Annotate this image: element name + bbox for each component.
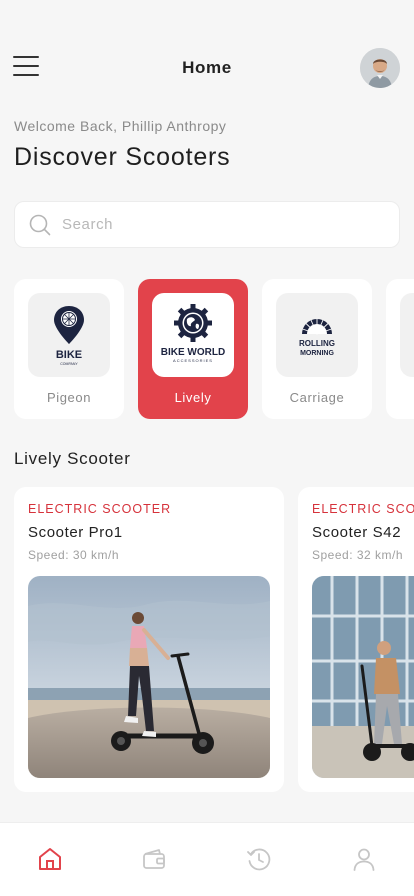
search-bar[interactable] bbox=[14, 201, 400, 248]
brand-logo-text: BIKE bbox=[56, 349, 82, 361]
product-speed: Speed: 30 km/h bbox=[28, 548, 120, 562]
brand-label: Lively bbox=[174, 390, 212, 405]
bottom-tab-bar bbox=[0, 822, 414, 896]
product-name: Scooter Pro1 bbox=[28, 524, 123, 541]
man-on-scooter-photo bbox=[312, 576, 414, 778]
brand-logo: BIKE WORLD ACCESSORIES bbox=[152, 293, 234, 377]
user-photo-icon bbox=[360, 48, 400, 88]
map-pin-wheel-icon: BIKE COMPANY bbox=[54, 306, 84, 366]
section-title: Lively Scooter bbox=[14, 449, 131, 468]
product-category: ELECTRIC SCOOTER bbox=[312, 502, 414, 516]
product-category: ELECTRIC SCOOTER bbox=[28, 502, 172, 516]
brand-logo-subtext: ACCESSORIES bbox=[173, 358, 213, 363]
brand-card-lively[interactable]: BIKE WORLD ACCESSORIES Lively bbox=[138, 279, 248, 419]
product-card[interactable]: ELECTRIC SCOOTER Scooter Pro1 Speed: 30 … bbox=[14, 487, 284, 792]
brand-logo: BIKE COMPANY bbox=[28, 293, 110, 377]
brand-card-carriage[interactable]: ROLLING MORNING Carriage bbox=[262, 279, 372, 419]
welcome-text: Welcome Back, Phillip Anthropy bbox=[14, 118, 227, 134]
gear-globe-icon: BIKE WORLD ACCESSORIES bbox=[161, 304, 225, 363]
brand-logo bbox=[400, 293, 414, 377]
brand-carousel[interactable]: BIKE COMPANY Pigeon BIKE WORLD ACCESSORI… bbox=[14, 279, 414, 419]
product-name: Scooter S42 bbox=[312, 524, 402, 541]
brand-logo-text: ROLLING bbox=[299, 339, 335, 348]
home-icon[interactable] bbox=[36, 845, 64, 873]
brand-logo-subtext: COMPANY bbox=[60, 362, 78, 366]
brand-logo-subtext: MORNING bbox=[300, 350, 334, 357]
product-card[interactable]: ELECTRIC SCOOTER Scooter S42 Speed: 32 k… bbox=[298, 487, 414, 792]
product-carousel[interactable]: ELECTRIC SCOOTER Scooter Pro1 Speed: 30 … bbox=[14, 487, 414, 792]
search-icon bbox=[29, 214, 51, 236]
avatar[interactable] bbox=[360, 48, 400, 88]
history-icon[interactable] bbox=[245, 845, 273, 873]
brand-logo: ROLLING MORNING bbox=[276, 293, 358, 377]
brand-label: Carriage bbox=[289, 390, 345, 405]
page-heading: Discover Scooters bbox=[14, 143, 231, 171]
wallet-icon[interactable] bbox=[140, 845, 168, 873]
brand-card-partial[interactable] bbox=[386, 279, 414, 419]
top-bar: Home bbox=[0, 46, 414, 90]
product-image bbox=[28, 576, 270, 778]
page-title: Home bbox=[182, 58, 232, 77]
product-image bbox=[312, 576, 414, 778]
profile-icon[interactable] bbox=[350, 845, 378, 873]
brand-card-pigeon[interactable]: BIKE COMPANY Pigeon bbox=[14, 279, 124, 419]
wheel-arc-icon: ROLLING MORNING bbox=[299, 319, 335, 357]
brand-logo-text: BIKE WORLD bbox=[161, 347, 225, 358]
search-input[interactable] bbox=[62, 202, 382, 247]
woman-on-scooter-photo bbox=[28, 576, 270, 778]
brand-label: Pigeon bbox=[46, 390, 92, 405]
product-speed: Speed: 32 km/h bbox=[312, 548, 404, 562]
